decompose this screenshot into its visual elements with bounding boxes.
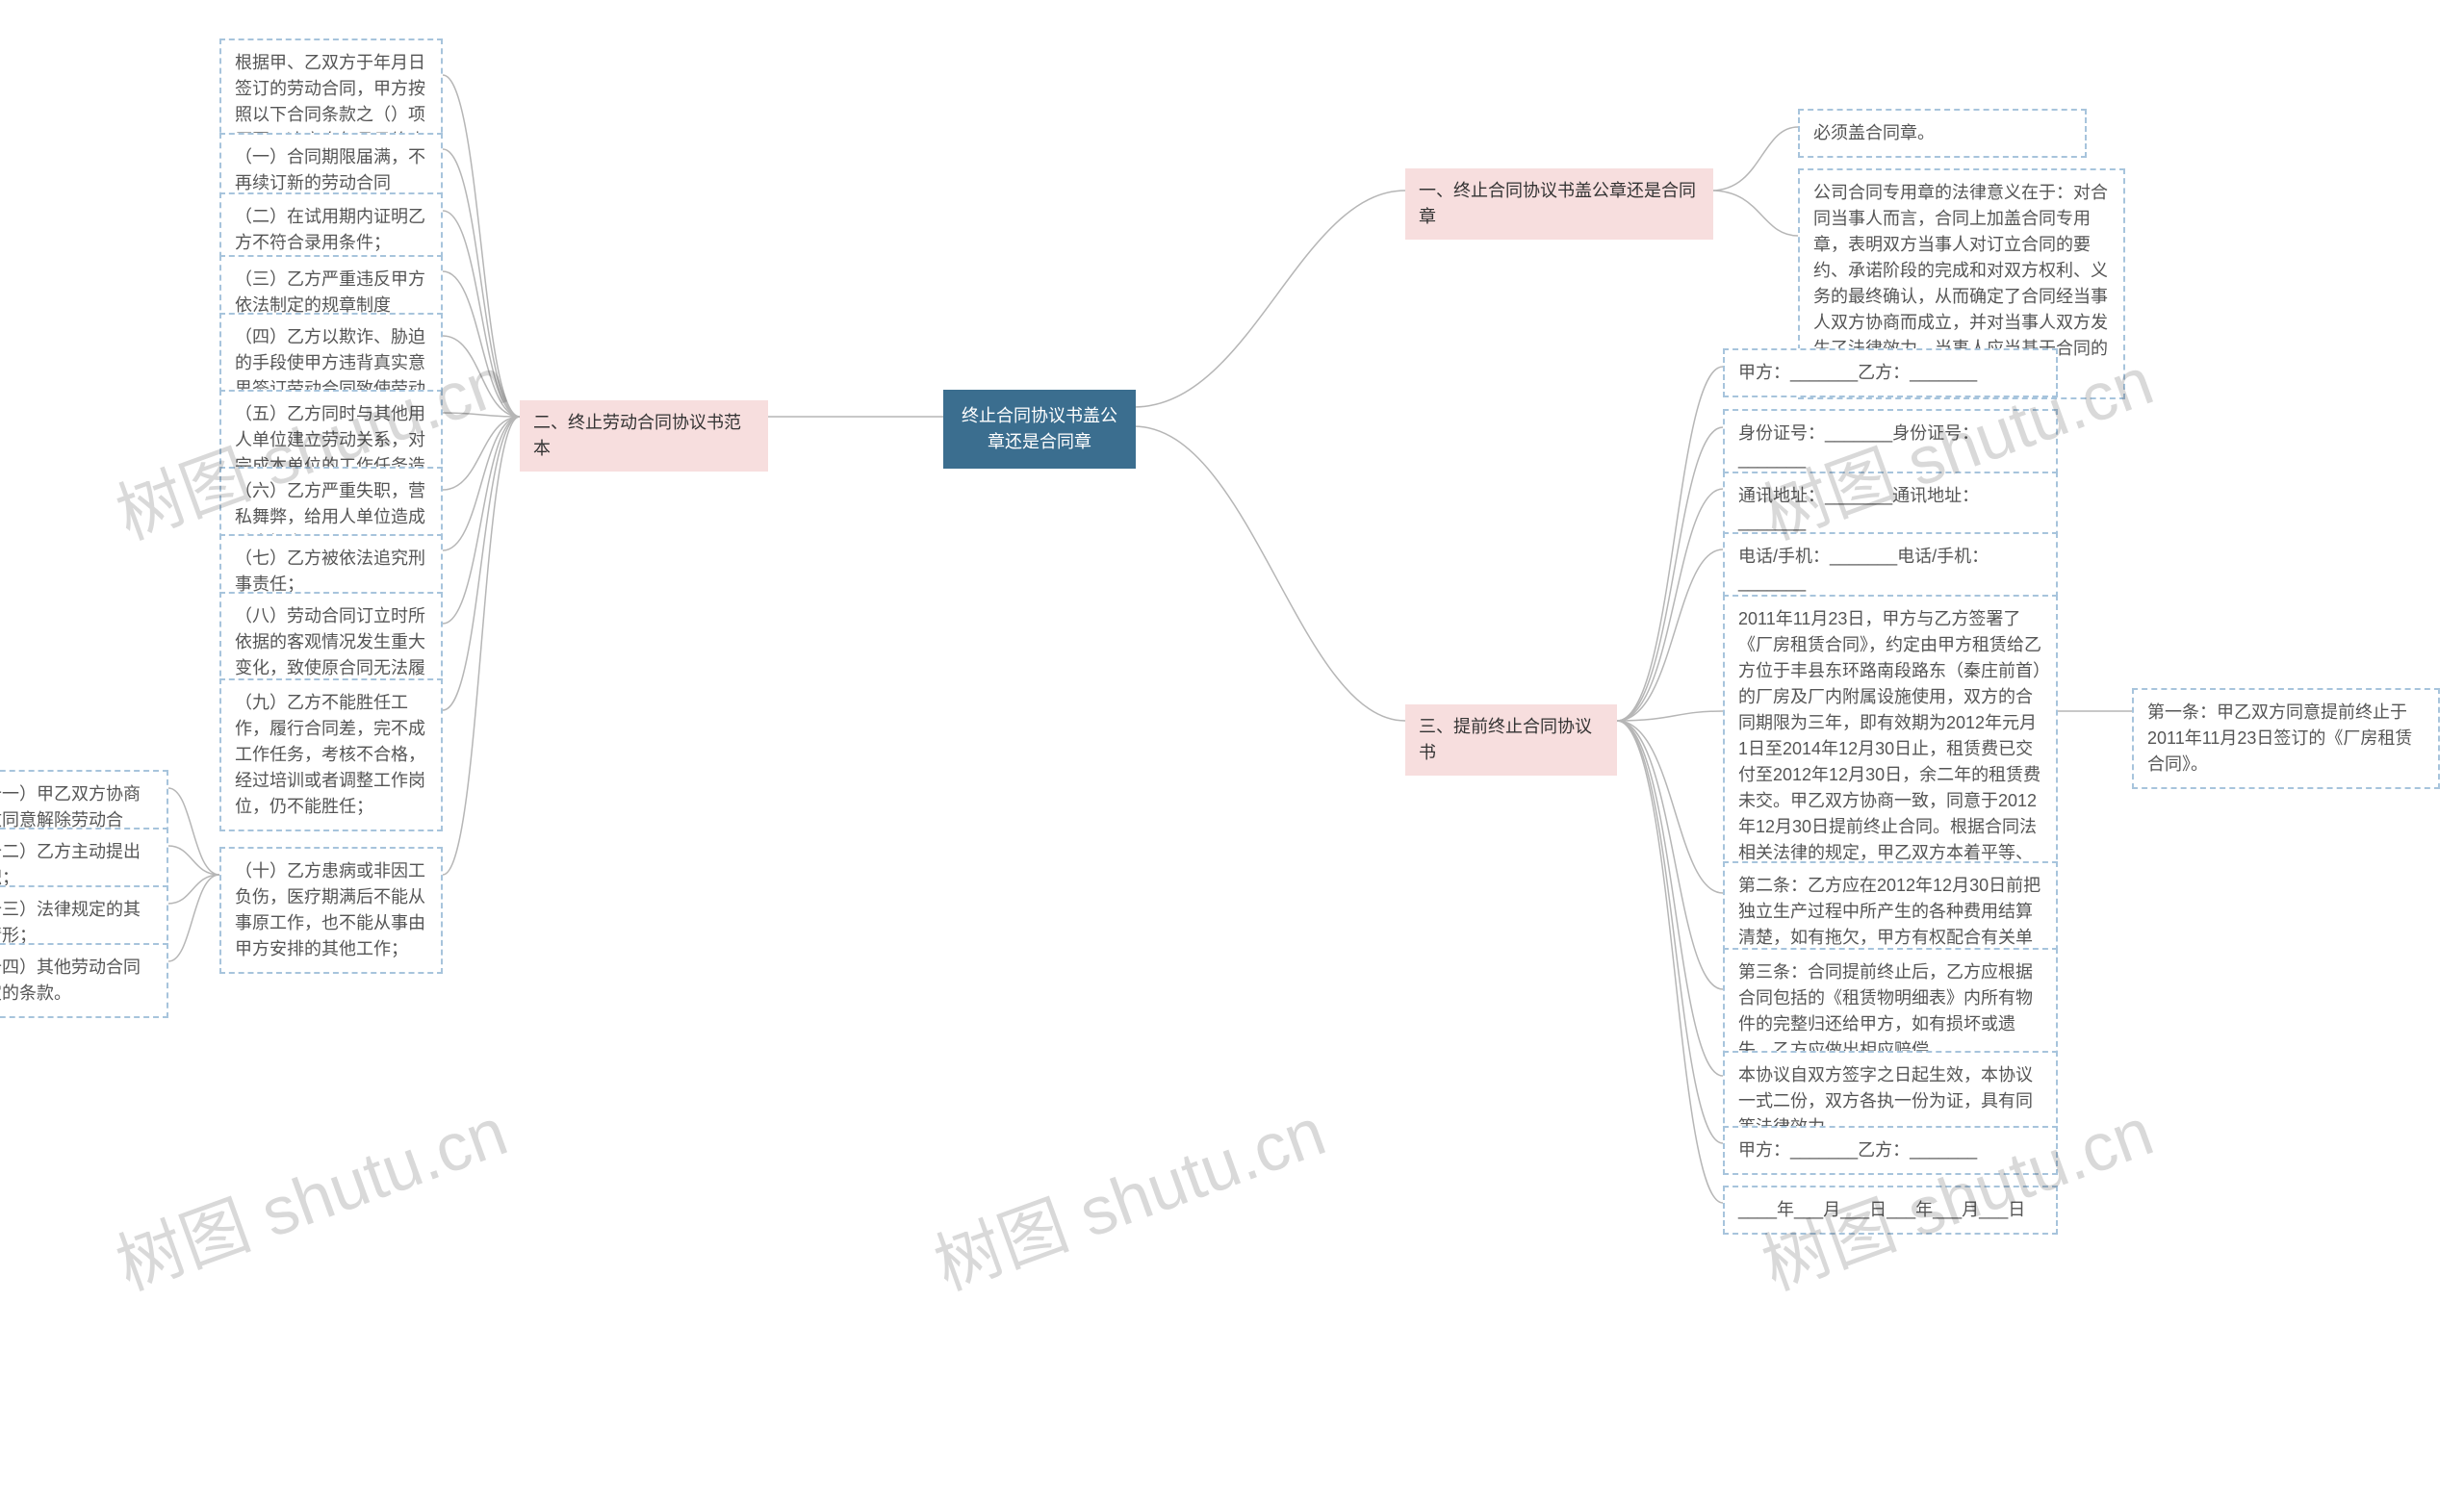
- leaf-text: （十）乙方患病或非因工负伤，医疗期满后不能从事原工作，也不能从事由甲方安排的其他…: [235, 861, 425, 958]
- leaf-text: （二）在试用期内证明乙方不符合录用条件；: [235, 207, 425, 252]
- section3-label: 三、提前终止合同协议书: [1419, 717, 1592, 762]
- section1-node[interactable]: 一、终止合同协议书盖公章还是合同章: [1405, 168, 1713, 240]
- section1-label: 一、终止合同协议书盖公章还是合同章: [1419, 181, 1696, 226]
- watermark: 树图 shutu.cn: [102, 1079, 519, 1310]
- section3-leaf-8[interactable]: 甲方：_______乙方：_______: [1723, 1126, 2058, 1175]
- section2-leaf-9[interactable]: （九）乙方不能胜任工作，履行合同差，完不成工作任务，考核不合格，经过培训或者调整…: [219, 678, 443, 831]
- leaf-text: 身份证号：_______身份证号：_______: [1738, 423, 1979, 469]
- leaf-text: （十三）法律规定的其他情形；: [0, 900, 141, 945]
- section3-sub-item5[interactable]: 第一条：甲乙双方同意提前终止于2011年11月23日签订的《厂房租赁合同》。: [2132, 688, 2440, 789]
- section2-leaf-10[interactable]: （十）乙方患病或非因工负伤，医疗期满后不能从事原工作，也不能从事由甲方安排的其他…: [219, 847, 443, 974]
- section3-leaf-0[interactable]: 甲方：_______乙方：_______: [1723, 348, 2058, 397]
- leaf-text: 通讯地址：_______通讯地址：_______: [1738, 486, 1979, 531]
- leaf-text: 必须盖合同章。: [1813, 123, 1935, 142]
- leaf-text: 甲方：_______乙方：_______: [1738, 1140, 1977, 1160]
- leaf-text: （九）乙方不能胜任工作，履行合同差，完不成工作任务，考核不合格，经过培训或者调整…: [235, 693, 425, 816]
- leaf-text: ____年___月___日___年___月___日: [1738, 1200, 2025, 1219]
- leaf-text: （十二）乙方主动提出辞职；: [0, 842, 141, 887]
- leaf-text: （十四）其他劳动合同约定的条款。: [0, 957, 141, 1003]
- leaf-text: 电话/手机：_______电话/手机：_______: [1738, 547, 1989, 592]
- leaf-text: 第三条：合同提前终止后，乙方应根据合同包括的《租赁物明细表》内所有物件的完整归还…: [1738, 962, 2033, 1059]
- leaf-text: （七）乙方被依法追究刑事责任；: [235, 549, 425, 594]
- leaf-text: （三）乙方严重违反甲方依法制定的规章制度: [235, 269, 425, 315]
- leaf-text: （一）合同期限届满，不再续订新的劳动合同: [235, 147, 425, 192]
- section2-sub10-3[interactable]: （十四）其他劳动合同约定的条款。: [0, 943, 168, 1018]
- section2-node[interactable]: 二、终止劳动合同协议书范本: [520, 400, 768, 472]
- section3-node[interactable]: 三、提前终止合同协议书: [1405, 704, 1617, 776]
- section2-label: 二、终止劳动合同协议书范本: [533, 413, 741, 458]
- watermark: 树图 shutu.cn: [920, 1079, 1337, 1310]
- leaf-text: 第一条：甲乙双方同意提前终止于2011年11月23日签订的《厂房租赁合同》。: [2147, 702, 2412, 774]
- root-node[interactable]: 终止合同协议书盖公章还是合同章: [943, 390, 1136, 469]
- leaf-text: 甲方：_______乙方：_______: [1738, 363, 1977, 382]
- section3-leaf-9[interactable]: ____年___月___日___年___月___日: [1723, 1186, 2058, 1235]
- root-label: 终止合同协议书盖公章还是合同章: [962, 406, 1117, 451]
- section1-leaf-0[interactable]: 必须盖合同章。: [1798, 109, 2087, 158]
